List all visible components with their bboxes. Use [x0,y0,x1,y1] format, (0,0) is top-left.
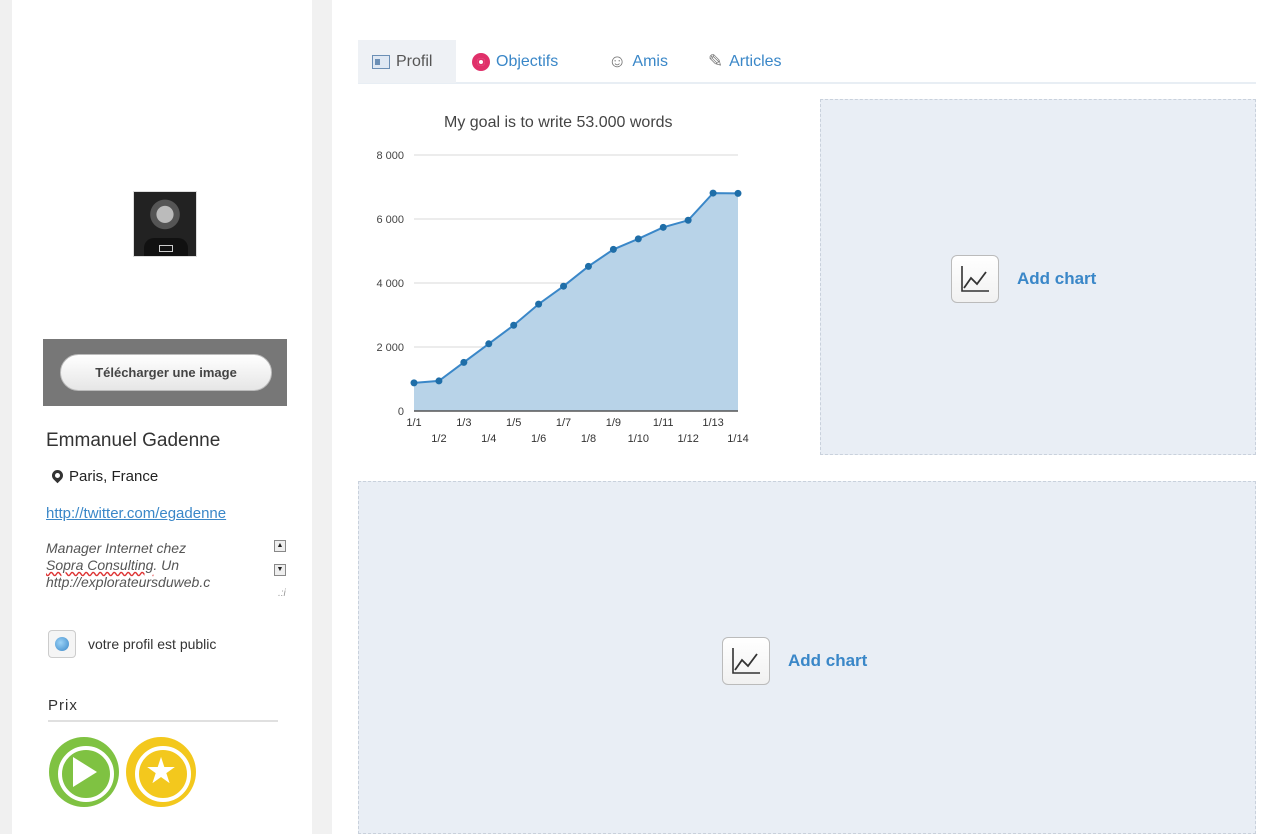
x-tick-label: 1/9 [606,417,621,429]
x-tick-label: 1/10 [628,433,649,445]
add-chart-button-1[interactable]: Add chart [951,255,1096,303]
play-badge-icon[interactable] [49,737,119,807]
data-point [410,379,418,387]
goal-chart-svg: 0 2 000 4 000 6 000 8 000 1/1 1/2 1/3 1/4 1/5 1/6 1… [376,150,748,445]
tab-amis[interactable]: ☺ Amis [608,40,668,83]
x-tick-label: 1/12 [677,433,698,445]
data-point [709,189,717,197]
location-text: Paris, France [69,468,159,485]
data-point [510,321,518,329]
star-icon: ★ [144,750,178,791]
user-name: Emmanuel Gadenne [46,430,221,451]
data-point [435,377,443,385]
data-point [460,358,468,366]
scroll-down-icon[interactable]: ▼ [274,564,286,576]
x-tick-label: 1/13 [702,417,723,429]
add-chart-button-2[interactable]: Add chart [722,637,867,685]
target-icon [472,52,490,71]
left-border [0,0,12,834]
page: Télécharger une image Emmanuel Gadenne P… [0,0,1278,834]
data-point [609,245,617,253]
globe-icon [55,637,69,651]
x-tick-label: 1/1 [406,417,421,429]
profile-sidebar: Télécharger une image Emmanuel Gadenne P… [12,0,312,834]
bio-line-3: http://explorateursduweb.c [46,574,211,590]
tab-articles[interactable]: ✎ Articles [708,40,782,83]
series-area [414,193,738,411]
chart-placeholder-1[interactable]: Add chart [820,99,1256,455]
add-chart-label: Add chart [1017,269,1097,288]
x-tick-label: 1/11 [653,417,674,429]
y-tick-label: 4 000 [376,278,404,290]
people-icon: ☺ [608,51,627,71]
data-point [560,282,568,290]
bio-line-2-rest: . Un [153,557,180,573]
resize-grip-icon[interactable]: .:i [278,585,286,602]
tab-label: Amis [632,52,668,70]
data-point [734,189,742,197]
x-tick-label: 1/4 [481,433,496,445]
avatar[interactable] [133,191,197,257]
scroll-up-icon[interactable]: ▲ [274,540,286,552]
pencil-icon: ✎ [708,51,724,71]
bio-textarea[interactable]: Manager Internet chez Sopra Consulting. … [46,540,286,604]
visibility-text: votre profil est public [88,636,217,652]
x-tick-label: 1/14 [727,433,748,445]
goal-chart: My goal is to write 53.000 words 02 000 4… [358,98,792,454]
y-tick-label: 0 [398,406,404,418]
profile-link[interactable]: http://twitter.com/egadenne [46,505,226,522]
star-badge-icon[interactable]: ★ [126,737,196,807]
x-tick-label: 1/6 [531,433,546,445]
x-tick-label: 1/3 [456,417,471,429]
x-tick-label: 1/5 [506,417,521,429]
x-tick-label: 1/8 [581,433,596,445]
bio-line-1: Manager Internet chez [46,540,187,556]
visibility-toggle-button[interactable] [48,630,76,658]
y-tick-label: 2 000 [376,342,404,354]
y-tick-label: 6 000 [376,214,404,226]
chart-placeholder-2[interactable]: Add chart [358,481,1256,834]
id-card-icon [372,54,390,69]
upload-image-button[interactable]: Télécharger une image [60,354,272,391]
tab-objectifs[interactable]: Objectifs [472,40,558,83]
line-chart-icon [951,255,999,303]
data-point [535,300,543,308]
data-point [659,223,667,231]
bio-scrollbar[interactable]: ▲ ▼ [274,540,286,578]
tab-label: Objectifs [496,52,559,70]
data-point [584,262,592,270]
y-tick-label: 8 000 [376,150,404,162]
line-chart-icon [722,637,770,685]
main-content: Profil Objectifs ☺ Amis ✎ Articles My go… [332,0,1278,834]
bio-misspelled-word: Sopra Consulting [46,557,154,573]
data-point [684,216,692,224]
tab-bar: Profil Objectifs ☺ Amis ✎ Articles [358,40,1256,84]
tab-label: Articles [729,52,782,70]
user-location: Paris, France [52,468,158,485]
map-pin-icon [52,470,63,483]
add-chart-label: Add chart [788,651,868,670]
upload-bar: Télécharger une image [43,339,287,406]
visibility-row: votre profil est public [48,630,216,658]
data-point [634,235,642,243]
tab-profil[interactable]: Profil [358,40,456,83]
column-gutter [312,0,332,834]
tab-label: Profil [396,52,433,70]
awards-heading: Prix [48,697,278,722]
data-point [485,340,493,348]
x-tick-label: 1/2 [431,433,446,445]
avatar-shirt-logo [159,245,173,252]
x-tick-label: 1/7 [556,417,571,429]
